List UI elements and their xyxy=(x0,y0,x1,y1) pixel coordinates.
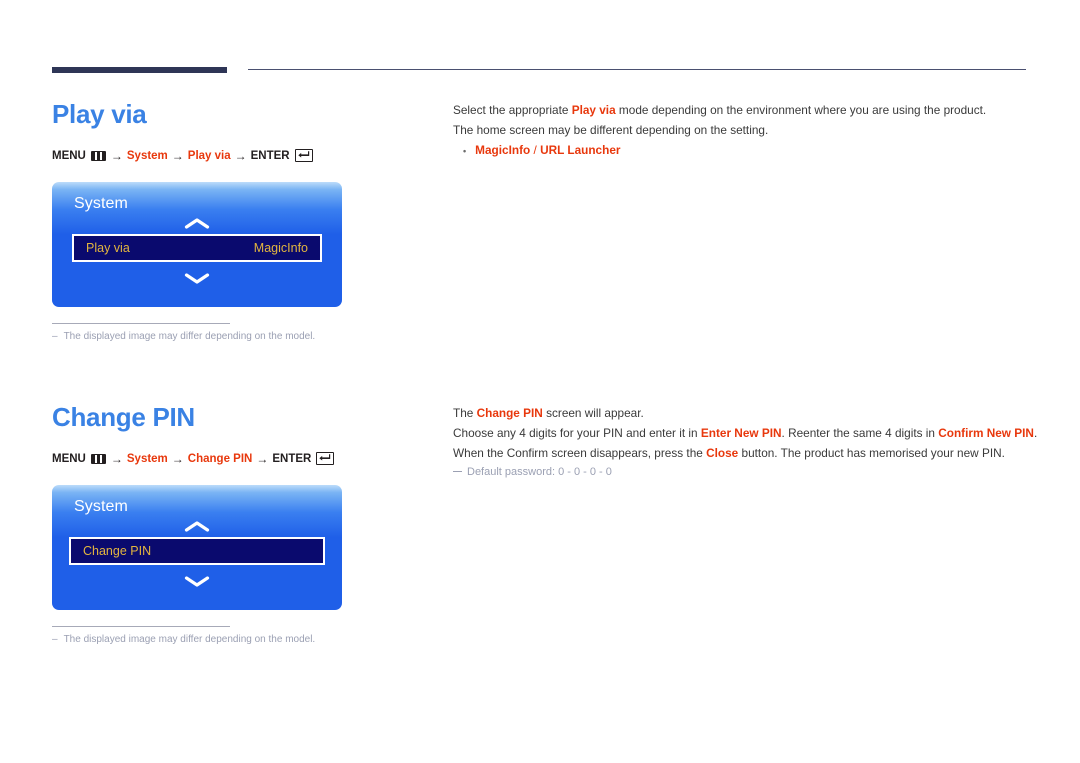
osd-panel-change-pin: System Change PIN xyxy=(52,484,342,611)
osd-title: System xyxy=(74,194,128,212)
chevron-down-icon[interactable] xyxy=(52,570,342,592)
cp-highlight-change-pin: Change PIN xyxy=(476,406,543,420)
change-pin-description-line-1: The Change PIN screen will appear. xyxy=(453,403,1033,423)
osd-panel-play-via: System Play via MagicInfo xyxy=(52,181,342,308)
play-via-description-line-2: The home screen may be different dependi… xyxy=(453,123,769,137)
arrow-3: → xyxy=(256,451,269,466)
arrow-1: → xyxy=(110,451,123,466)
footnote-dash: – xyxy=(52,634,58,646)
play-via-description-line-1: Select the appropriate Play via mode dep… xyxy=(453,100,1033,120)
bullet-dot-icon: • xyxy=(463,146,467,156)
header-rule-thin xyxy=(248,69,1026,70)
desc-text-c: mode depending on the environment where … xyxy=(615,103,987,117)
menu-path-step-play-via: Play via xyxy=(187,149,231,162)
bullet-magicinfo: MagicInfo xyxy=(475,143,531,157)
bullet-url-launcher: URL Launcher xyxy=(540,143,621,157)
arrow-2: → xyxy=(171,148,184,163)
footnote-text: The displayed image may differ depending… xyxy=(63,331,316,343)
menu-path-menu-label: MENU xyxy=(52,149,86,162)
cp-l2-c: . Reenter the same 4 digits in xyxy=(781,426,939,440)
enter-return-icon xyxy=(316,452,335,466)
bullet-group: MagicInfo / URL Launcher xyxy=(475,140,620,160)
arrow-3: → xyxy=(234,148,247,163)
footnote-play-via: – The displayed image may differ dependi… xyxy=(52,323,315,343)
change-pin-description-line-3: When the Confirm screen disappears, pres… xyxy=(453,443,1033,463)
footnote-rule xyxy=(52,323,230,325)
osd-title: System xyxy=(74,497,128,515)
cp-highlight-enter-new-pin: Enter New PIN xyxy=(700,426,782,440)
section-change-pin-right: The Change PIN screen will appear. Choos… xyxy=(453,403,1037,481)
section-play-via-right: Select the appropriate Play via mode dep… xyxy=(453,100,1033,161)
osd-row-play-via[interactable]: Play via MagicInfo xyxy=(72,234,322,263)
note-dash-icon xyxy=(453,470,462,472)
cp-highlight-confirm-new-pin: Confirm New PIN xyxy=(938,426,1034,440)
cp-l2-e: . xyxy=(1033,426,1038,440)
desc-text-a: Select the appropriate xyxy=(453,103,572,117)
menu-path-play-via: MENU → System → Play via → ENTER xyxy=(52,149,432,163)
menu-path-change-pin: MENU → System → Change PIN → ENTER xyxy=(52,452,432,466)
osd-row-change-pin[interactable]: Change PIN xyxy=(69,537,325,566)
osd-row-value: MagicInfo xyxy=(253,240,308,255)
change-pin-default-password-note: Default password: 0 - 0 - 0 - 0 xyxy=(453,463,1033,481)
menu-path-enter-label: ENTER xyxy=(272,452,312,465)
menu-path-enter-label: ENTER xyxy=(250,149,290,162)
menu-path-step-change-pin: Change PIN xyxy=(187,452,253,465)
menu-path-step-system: System xyxy=(126,149,168,162)
cp-l2-a: Choose any 4 digits for your PIN and ent… xyxy=(453,426,701,440)
cp-desc-a: The xyxy=(453,406,477,420)
page-title-play-via: Play via xyxy=(52,99,147,129)
chevron-down-icon[interactable] xyxy=(52,267,342,289)
arrow-2: → xyxy=(171,451,184,466)
desc-highlight-play-via: Play via xyxy=(571,103,616,117)
footnote-rule xyxy=(52,626,230,628)
cp-desc-c: screen will appear. xyxy=(542,406,644,420)
menu-path-menu-label: MENU xyxy=(52,452,86,465)
note-text: Default password: 0 - 0 - 0 - 0 xyxy=(467,466,612,478)
page-title-change-pin: Change PIN xyxy=(52,402,195,432)
cp-highlight-close: Close xyxy=(706,446,739,460)
enter-return-icon xyxy=(294,149,313,163)
osd-row-label: Play via xyxy=(86,240,130,255)
chevron-up-icon[interactable] xyxy=(52,212,342,234)
header-rule-thick xyxy=(52,67,227,73)
change-pin-description-line-2: Choose any 4 digits for your PIN and ent… xyxy=(453,423,1037,443)
section-play-via-left: Play via MENU → System → Play via → ENTE… xyxy=(52,100,432,343)
footnote-text: The displayed image may differ depending… xyxy=(63,634,316,646)
bullet-separator: / xyxy=(530,143,541,157)
section-change-pin-left: Change PIN MENU → System → Change PIN → … xyxy=(52,403,432,646)
footnote-dash: – xyxy=(52,331,58,343)
menu-grid-icon xyxy=(90,453,106,464)
play-via-bullet-item: • MagicInfo / URL Launcher xyxy=(463,140,1033,161)
menu-grid-icon xyxy=(90,150,106,161)
cp-l3-c: button. The product has memorised your n… xyxy=(738,446,1005,460)
chevron-up-icon[interactable] xyxy=(52,515,342,537)
menu-path-step-system: System xyxy=(126,452,168,465)
arrow-1: → xyxy=(110,148,123,163)
cp-l3-a: When the Confirm screen disappears, pres… xyxy=(453,446,707,460)
osd-row-label: Change PIN xyxy=(83,543,152,558)
footnote-change-pin: – The displayed image may differ dependi… xyxy=(52,626,315,646)
